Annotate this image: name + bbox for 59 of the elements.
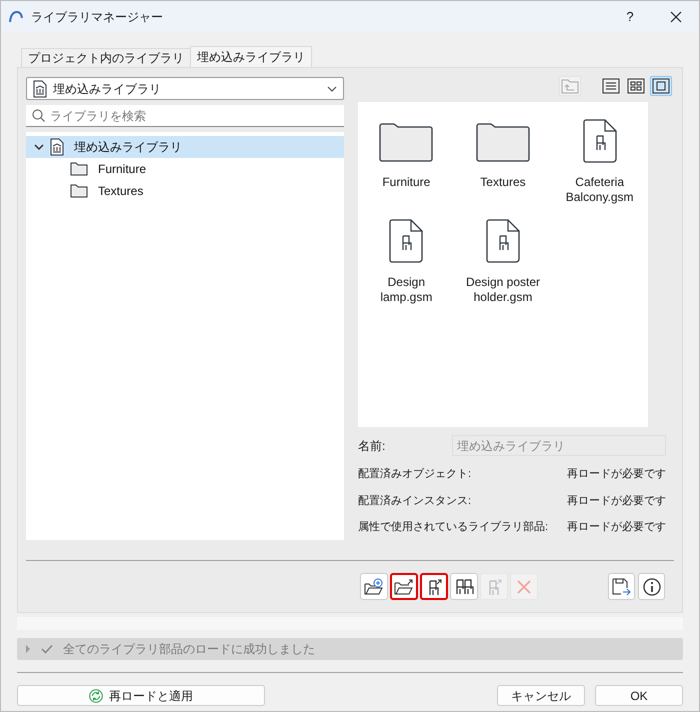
save-icon: [612, 578, 632, 596]
search-field[interactable]: ライブラリを検索: [26, 105, 344, 127]
library-dropdown[interactable]: 埋め込みライブラリ: [26, 77, 344, 100]
detail-value: 再ロードが必要です: [567, 520, 666, 535]
object-item[interactable]: Design poster holder.gsm: [454, 215, 552, 305]
grid-icon: [627, 78, 645, 94]
folder-icon: [476, 121, 530, 163]
reload-apply-button[interactable]: 再ロードと適用: [17, 685, 265, 706]
chevron-down-icon[interactable]: [34, 142, 44, 152]
large-icon-view-button[interactable]: [650, 76, 672, 96]
chairs-icon: [454, 578, 474, 596]
save-button[interactable]: [608, 573, 635, 600]
detail-value: 再ロードが必要です: [567, 466, 666, 482]
object-item[interactable]: Cafeteria Balcony.gsm: [551, 115, 648, 205]
info-icon: [642, 578, 660, 596]
library-file-icon: [50, 138, 64, 156]
detail-label: 配置済みインスタンス:: [358, 494, 472, 508]
close-icon: [670, 11, 682, 23]
folder-up-icon: [561, 78, 579, 94]
search-icon: [32, 109, 45, 122]
list-icon: [602, 78, 620, 94]
tree-item[interactable]: 埋め込みライブラリ: [26, 136, 344, 158]
object-file-icon: [582, 119, 617, 163]
tree-item[interactable]: Textures: [46, 180, 344, 202]
tree-item[interactable]: Furniture: [46, 158, 344, 180]
folder-icon: [70, 184, 88, 198]
folder-icon: [70, 162, 88, 176]
window-title: ライブラリマネージャー: [31, 9, 163, 26]
refresh-icon: [89, 688, 103, 702]
list-view-button[interactable]: [600, 76, 622, 96]
chevron-down-icon: [327, 86, 337, 92]
app-logo-icon: [9, 11, 23, 23]
folder-arrow-icon: [394, 578, 414, 596]
grid-view-button[interactable]: [625, 76, 647, 96]
library-file-icon: [33, 80, 47, 98]
detail-value: 再ロードが必要です: [567, 494, 666, 508]
status-text: 全てのライブラリ部品のロードに成功しました: [63, 641, 315, 658]
help-button[interactable]: ?: [607, 1, 653, 33]
folder-item[interactable]: Textures: [454, 115, 552, 205]
objects-button[interactable]: [450, 573, 478, 600]
detail-label: 属性で使用されているライブラリ部品:: [358, 520, 548, 535]
add-folder-button[interactable]: [360, 573, 388, 600]
object-file-icon: [389, 219, 424, 263]
info-button[interactable]: [638, 573, 665, 600]
tab[interactable]: 埋め込みライブラリ: [190, 46, 312, 67]
delete-icon: [515, 578, 533, 596]
folder-item[interactable]: Furniture: [358, 115, 455, 205]
cancel-button[interactable]: キャンセル: [497, 685, 585, 706]
folder-icon: [379, 121, 434, 163]
large-icon-view-icon: [652, 78, 670, 94]
checkmark-icon: [41, 644, 53, 654]
export-object-button[interactable]: [420, 573, 448, 600]
export-folder-button[interactable]: [390, 573, 418, 600]
object-file-icon: [486, 219, 520, 263]
detail-label: 配置済みオブジェクト:: [358, 466, 472, 482]
object-item[interactable]: Design lamp.gsm: [358, 215, 455, 305]
ok-button[interactable]: OK: [595, 685, 683, 706]
field-label: 名前:: [358, 438, 386, 454]
folder-plus-icon: [364, 578, 384, 596]
